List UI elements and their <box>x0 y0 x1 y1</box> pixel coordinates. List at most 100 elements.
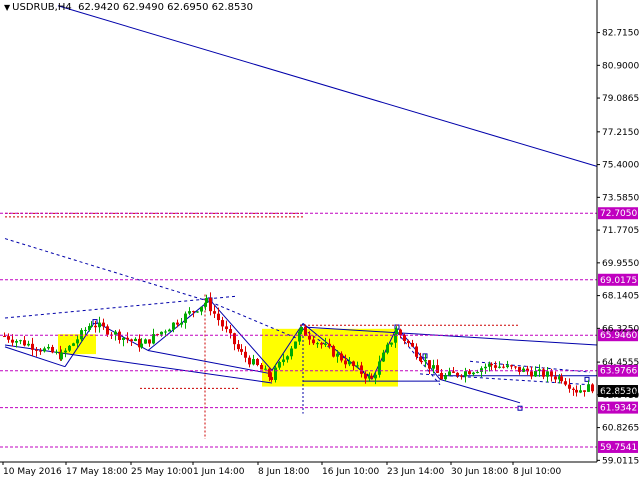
candle-body <box>278 362 281 368</box>
candle-body <box>205 298 208 303</box>
candle-body <box>248 357 251 365</box>
price-tick-label: 66.3250 <box>602 324 639 334</box>
candle-body <box>229 329 232 334</box>
candle-body <box>546 371 549 377</box>
candle-body <box>294 341 297 349</box>
candle-body <box>560 376 563 382</box>
candle-body <box>51 346 54 353</box>
candle-body <box>344 360 347 365</box>
candle-body <box>298 331 301 342</box>
time-tick-label: 25 May 10:00 <box>131 467 193 477</box>
candle-body <box>213 311 216 314</box>
candle-body <box>456 372 459 376</box>
wave-marker <box>517 405 523 411</box>
candle-body <box>55 351 58 353</box>
time-tick-label: 1 Jun 14:00 <box>193 467 245 477</box>
candle-body <box>180 322 183 325</box>
candle-body <box>514 366 517 368</box>
price-tick-label: 75.4000 <box>602 161 639 171</box>
candle-body <box>436 365 439 373</box>
candle-body <box>102 322 105 327</box>
price-tick-label: 80.9000 <box>602 61 639 71</box>
candle-body <box>407 341 410 343</box>
candle-body <box>282 359 285 363</box>
price-tick-label: 82.7150 <box>602 29 639 39</box>
candle-body <box>464 371 467 377</box>
candle-body <box>27 343 30 346</box>
candle-body <box>587 384 590 392</box>
candle-body <box>304 327 307 336</box>
candle-body <box>502 366 505 368</box>
candle-body <box>460 375 463 377</box>
candle-body <box>390 342 393 345</box>
candle-body <box>256 359 259 365</box>
candle-body <box>424 360 427 362</box>
candle-body <box>39 350 42 352</box>
candle-body <box>68 345 71 351</box>
candle-body <box>217 313 220 321</box>
symbol-label: USDRUB,H4 <box>12 2 72 13</box>
candle-body <box>356 365 359 367</box>
price-tick-label: 71.7705 <box>602 226 639 236</box>
candle-body <box>308 335 311 340</box>
price-tick-label: 59.0115 <box>602 456 639 466</box>
time-tick-label: 30 Jun 18:00 <box>451 467 508 477</box>
candle-body <box>428 360 431 369</box>
candle-body <box>209 298 212 312</box>
candle-body <box>468 371 471 375</box>
candle-body <box>72 343 75 346</box>
candle-body <box>506 365 509 368</box>
candle-body <box>411 342 414 347</box>
price-tick-label: 60.8265 <box>602 424 639 434</box>
price-tick-label: 79.0865 <box>602 94 639 104</box>
candle-body <box>340 353 343 361</box>
candle-body <box>328 343 331 347</box>
candle-body <box>432 365 435 369</box>
candle-body <box>494 365 497 368</box>
candle-body <box>19 340 22 342</box>
candle-body <box>420 361 423 363</box>
candle-body <box>332 346 335 357</box>
candle-body <box>490 363 493 366</box>
candle-body <box>252 359 255 365</box>
level-label: 72.7050 <box>600 209 637 219</box>
candle-body <box>31 343 34 350</box>
candle-body <box>90 325 93 327</box>
candle-body <box>240 349 243 352</box>
candle-body <box>360 365 363 374</box>
candle-body <box>188 311 191 314</box>
candle-body <box>472 372 475 375</box>
candle-body <box>43 348 46 352</box>
candle-body <box>583 390 586 392</box>
candle-body <box>316 343 319 345</box>
candle-body <box>498 366 501 368</box>
candle-body <box>476 371 479 373</box>
candle-body <box>134 338 137 342</box>
candle-body <box>312 339 315 344</box>
price-axis[interactable]: 82.7150 80.9000 79.0865 77.2150 75.4000 73.58… <box>596 0 639 466</box>
candle-body <box>575 389 578 393</box>
candle-body <box>382 352 385 362</box>
candle-body <box>60 352 63 360</box>
candle-body <box>237 344 240 350</box>
candle-body <box>320 343 323 345</box>
price-chart[interactable]: 72.705069.017565.946063.976661.934259.75… <box>0 0 640 480</box>
candle-body <box>7 336 10 340</box>
candle-body <box>564 381 567 385</box>
candle-body <box>264 368 267 370</box>
candle-body <box>118 331 121 340</box>
candle-body <box>415 346 418 357</box>
level-label: 63.9766 <box>600 367 637 377</box>
candle-body <box>11 339 14 343</box>
time-tick-label: 23 Jun 14:00 <box>387 467 444 477</box>
level-label: 69.0175 <box>600 276 637 286</box>
candle-body <box>348 361 351 365</box>
time-tick-label: 8 Jul 10:00 <box>513 467 562 477</box>
candle-body <box>568 384 571 389</box>
collapse-triangle-icon[interactable]: ▼ <box>4 3 10 12</box>
candle-body <box>196 311 199 313</box>
candle-body <box>122 337 125 340</box>
chart-window[interactable]: ▼ USDRUB,H4 62.9420 62.9490 62.6950 62.85… <box>0 0 640 480</box>
ohlc-values: 62.9420 62.9490 62.6950 62.8530 <box>78 2 254 13</box>
candle-body <box>300 327 303 332</box>
